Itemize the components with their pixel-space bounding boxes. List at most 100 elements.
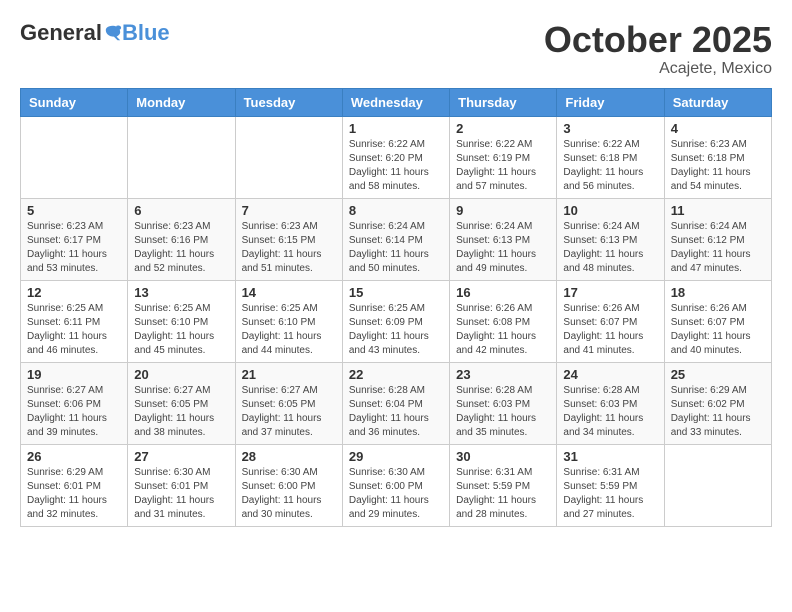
- calendar-day-cell: 13 Sunrise: 6:25 AM Sunset: 6:10 PM Dayli…: [128, 280, 235, 362]
- calendar-day-cell: 4 Sunrise: 6:23 AM Sunset: 6:18 PM Daylig…: [664, 116, 771, 198]
- calendar-day-cell: [128, 116, 235, 198]
- day-number: 10: [563, 203, 657, 218]
- day-number: 13: [134, 285, 228, 300]
- page-header: General Blue October 2025 Acajete, Mexic…: [20, 20, 772, 78]
- calendar-week-row: 5 Sunrise: 6:23 AM Sunset: 6:17 PM Daylig…: [21, 198, 772, 280]
- calendar-day-cell: [235, 116, 342, 198]
- day-sun-info: Sunrise: 6:30 AM Sunset: 6:00 PM Dayligh…: [242, 466, 336, 522]
- calendar-day-cell: 8 Sunrise: 6:24 AM Sunset: 6:14 PM Daylig…: [342, 198, 449, 280]
- day-number: 3: [563, 121, 657, 136]
- day-sun-info: Sunrise: 6:25 AM Sunset: 6:10 PM Dayligh…: [242, 302, 336, 358]
- day-sun-info: Sunrise: 6:25 AM Sunset: 6:09 PM Dayligh…: [349, 302, 443, 358]
- day-number: 9: [456, 203, 550, 218]
- day-sun-info: Sunrise: 6:31 AM Sunset: 5:59 PM Dayligh…: [563, 466, 657, 522]
- day-number: 11: [671, 203, 765, 218]
- day-number: 15: [349, 285, 443, 300]
- day-number: 1: [349, 121, 443, 136]
- calendar-day-cell: 28 Sunrise: 6:30 AM Sunset: 6:00 PM Dayli…: [235, 444, 342, 526]
- day-sun-info: Sunrise: 6:22 AM Sunset: 6:20 PM Dayligh…: [349, 138, 443, 194]
- day-number: 16: [456, 285, 550, 300]
- calendar-day-cell: 1 Sunrise: 6:22 AM Sunset: 6:20 PM Daylig…: [342, 116, 449, 198]
- day-sun-info: Sunrise: 6:25 AM Sunset: 6:11 PM Dayligh…: [27, 302, 121, 358]
- day-sun-info: Sunrise: 6:23 AM Sunset: 6:18 PM Dayligh…: [671, 138, 765, 194]
- day-number: 26: [27, 449, 121, 464]
- day-sun-info: Sunrise: 6:30 AM Sunset: 6:00 PM Dayligh…: [349, 466, 443, 522]
- day-sun-info: Sunrise: 6:26 AM Sunset: 6:07 PM Dayligh…: [563, 302, 657, 358]
- calendar-day-cell: 26 Sunrise: 6:29 AM Sunset: 6:01 PM Dayli…: [21, 444, 128, 526]
- calendar-day-cell: 27Sunrise: 6:30 AM Sunset: 6:01 PM Dayli…: [128, 444, 235, 526]
- day-number: 5: [27, 203, 121, 218]
- day-number: 12: [27, 285, 121, 300]
- day-sun-info: Sunrise: 6:26 AM Sunset: 6:07 PM Dayligh…: [671, 302, 765, 358]
- day-number: 20: [134, 367, 228, 382]
- day-number: 25: [671, 367, 765, 382]
- day-of-week-header: Sunday: [21, 88, 128, 116]
- day-sun-info: Sunrise: 6:29 AM Sunset: 6:01 PM Dayligh…: [27, 466, 121, 522]
- day-sun-info: Sunrise: 6:23 AM Sunset: 6:17 PM Dayligh…: [27, 220, 121, 276]
- day-sun-info: Sunrise: 6:24 AM Sunset: 6:12 PM Dayligh…: [671, 220, 765, 276]
- day-number: 28: [242, 449, 336, 464]
- calendar-day-cell: 16 Sunrise: 6:26 AM Sunset: 6:08 PM Dayli…: [450, 280, 557, 362]
- day-sun-info: Sunrise: 6:28 AM Sunset: 6:03 PM Dayligh…: [456, 384, 550, 440]
- calendar-week-row: 12 Sunrise: 6:25 AM Sunset: 6:11 PM Dayli…: [21, 280, 772, 362]
- calendar-day-cell: 15 Sunrise: 6:25 AM Sunset: 6:09 PM Dayli…: [342, 280, 449, 362]
- calendar-day-cell: [21, 116, 128, 198]
- calendar-table: SundayMondayTuesdayWednesdayThursdayFrid…: [20, 88, 772, 527]
- day-sun-info: Sunrise: 6:26 AM Sunset: 6:08 PM Dayligh…: [456, 302, 550, 358]
- calendar-day-cell: 25 Sunrise: 6:29 AM Sunset: 6:02 PM Dayli…: [664, 362, 771, 444]
- day-sun-info: Sunrise: 6:24 AM Sunset: 6:13 PM Dayligh…: [456, 220, 550, 276]
- calendar-day-cell: 29 Sunrise: 6:30 AM Sunset: 6:00 PM Dayli…: [342, 444, 449, 526]
- calendar-day-cell: 22 Sunrise: 6:28 AM Sunset: 6:04 PM Dayli…: [342, 362, 449, 444]
- day-number: 17: [563, 285, 657, 300]
- calendar-day-cell: 19Sunrise: 6:27 AM Sunset: 6:06 PM Dayli…: [21, 362, 128, 444]
- day-sun-info: Sunrise: 6:28 AM Sunset: 6:04 PM Dayligh…: [349, 384, 443, 440]
- day-number: 4: [671, 121, 765, 136]
- calendar-day-cell: 2 Sunrise: 6:22 AM Sunset: 6:19 PM Daylig…: [450, 116, 557, 198]
- calendar-week-row: 19Sunrise: 6:27 AM Sunset: 6:06 PM Dayli…: [21, 362, 772, 444]
- logo-general-text: General: [20, 20, 102, 46]
- day-number: 18: [671, 285, 765, 300]
- day-number: 22: [349, 367, 443, 382]
- day-sun-info: Sunrise: 6:22 AM Sunset: 6:19 PM Dayligh…: [456, 138, 550, 194]
- day-number: 8: [349, 203, 443, 218]
- day-sun-info: Sunrise: 6:29 AM Sunset: 6:02 PM Dayligh…: [671, 384, 765, 440]
- day-number: 31: [563, 449, 657, 464]
- day-number: 30: [456, 449, 550, 464]
- day-number: 14: [242, 285, 336, 300]
- calendar-header-row: SundayMondayTuesdayWednesdayThursdayFrid…: [21, 88, 772, 116]
- calendar-day-cell: 10Sunrise: 6:24 AM Sunset: 6:13 PM Dayli…: [557, 198, 664, 280]
- logo-bird-icon: [104, 24, 122, 42]
- calendar-day-cell: [664, 444, 771, 526]
- day-number: 6: [134, 203, 228, 218]
- day-number: 27: [134, 449, 228, 464]
- day-of-week-header: Tuesday: [235, 88, 342, 116]
- calendar-day-cell: 30 Sunrise: 6:31 AM Sunset: 5:59 PM Dayli…: [450, 444, 557, 526]
- day-sun-info: Sunrise: 6:25 AM Sunset: 6:10 PM Dayligh…: [134, 302, 228, 358]
- day-sun-info: Sunrise: 6:24 AM Sunset: 6:14 PM Dayligh…: [349, 220, 443, 276]
- calendar-day-cell: 20Sunrise: 6:27 AM Sunset: 6:05 PM Dayli…: [128, 362, 235, 444]
- day-number: 29: [349, 449, 443, 464]
- day-sun-info: Sunrise: 6:28 AM Sunset: 6:03 PM Dayligh…: [563, 384, 657, 440]
- calendar-week-row: 26 Sunrise: 6:29 AM Sunset: 6:01 PM Dayli…: [21, 444, 772, 526]
- calendar-day-cell: 6Sunrise: 6:23 AM Sunset: 6:16 PM Daylig…: [128, 198, 235, 280]
- logo: General Blue: [20, 20, 170, 46]
- day-number: 23: [456, 367, 550, 382]
- calendar-day-cell: 3Sunrise: 6:22 AM Sunset: 6:18 PM Daylig…: [557, 116, 664, 198]
- day-of-week-header: Monday: [128, 88, 235, 116]
- logo-blue-text: Blue: [122, 20, 170, 46]
- day-number: 19: [27, 367, 121, 382]
- calendar-week-row: 1 Sunrise: 6:22 AM Sunset: 6:20 PM Daylig…: [21, 116, 772, 198]
- day-sun-info: Sunrise: 6:23 AM Sunset: 6:15 PM Dayligh…: [242, 220, 336, 276]
- calendar-day-cell: 9 Sunrise: 6:24 AM Sunset: 6:13 PM Daylig…: [450, 198, 557, 280]
- calendar-day-cell: 31 Sunrise: 6:31 AM Sunset: 5:59 PM Dayli…: [557, 444, 664, 526]
- calendar-day-cell: 11 Sunrise: 6:24 AM Sunset: 6:12 PM Dayli…: [664, 198, 771, 280]
- title-area: October 2025 Acajete, Mexico: [544, 20, 772, 78]
- calendar-day-cell: 12 Sunrise: 6:25 AM Sunset: 6:11 PM Dayli…: [21, 280, 128, 362]
- day-number: 2: [456, 121, 550, 136]
- day-sun-info: Sunrise: 6:31 AM Sunset: 5:59 PM Dayligh…: [456, 466, 550, 522]
- day-of-week-header: Saturday: [664, 88, 771, 116]
- day-of-week-header: Friday: [557, 88, 664, 116]
- day-number: 24: [563, 367, 657, 382]
- month-title: October 2025: [544, 20, 772, 60]
- day-of-week-header: Thursday: [450, 88, 557, 116]
